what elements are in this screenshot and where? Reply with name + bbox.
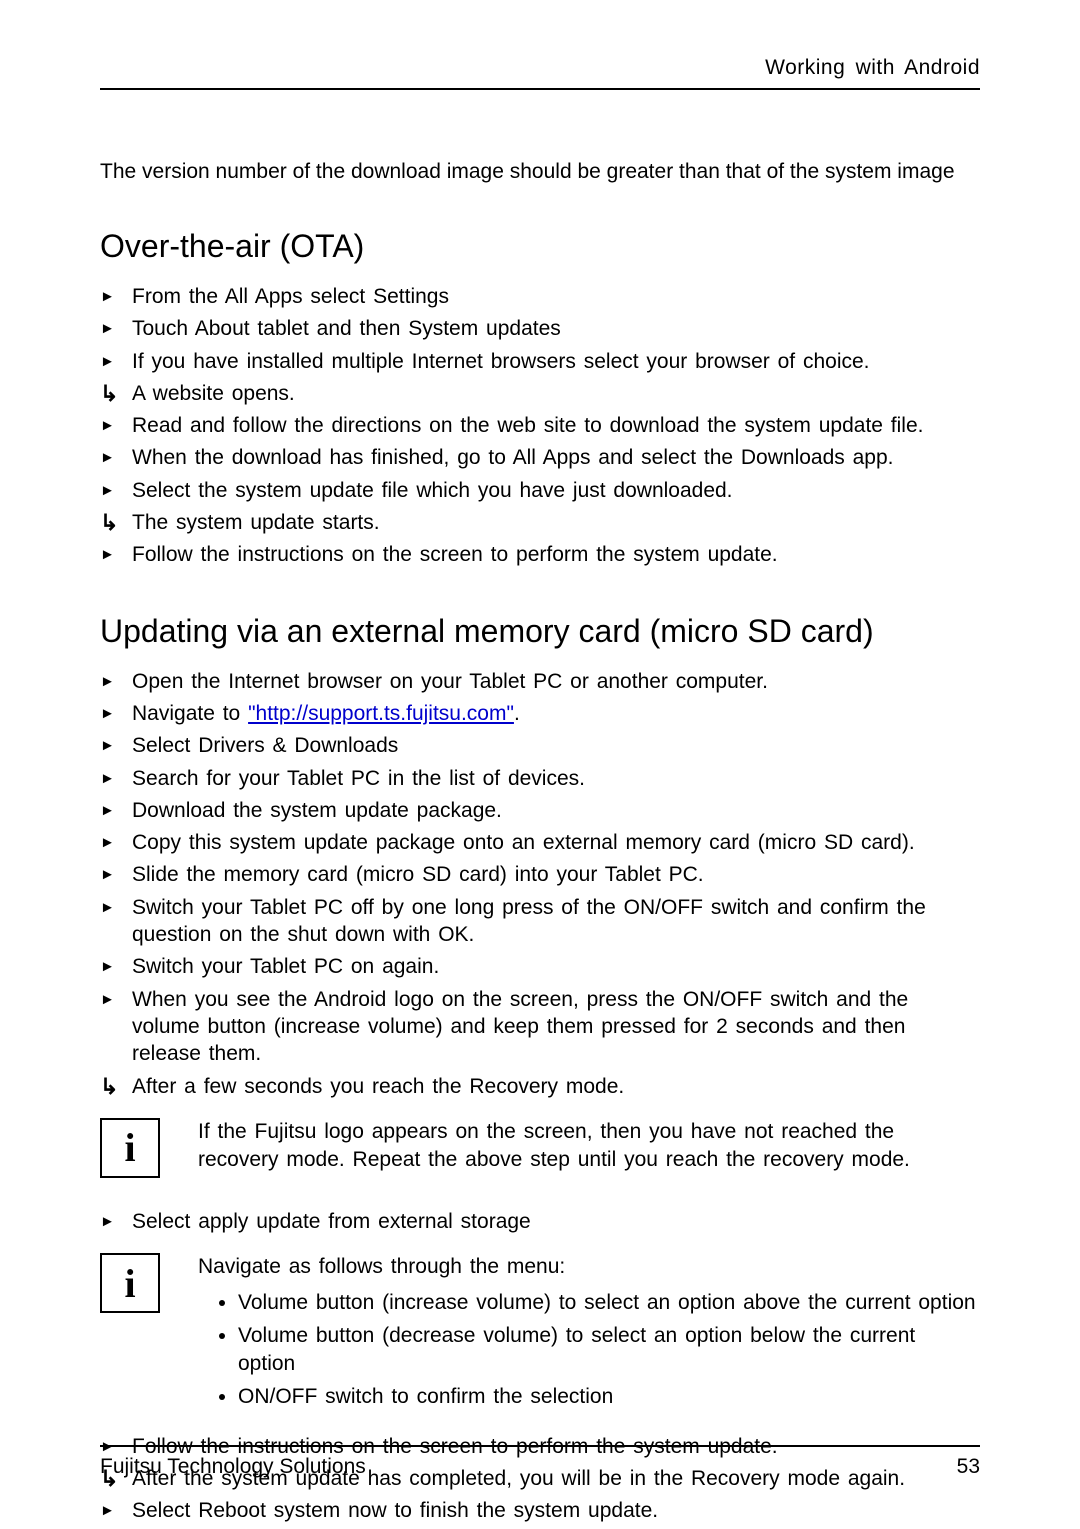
step-text: Switch your Tablet PC off by one long pr… — [132, 896, 926, 946]
step-item: Open the Internet browser on your Tablet… — [100, 668, 980, 695]
step-text: Select Reboot system now to ﬁnish the sy… — [132, 1499, 658, 1522]
info-note-1: i If the Fujitsu logo appears on the scr… — [100, 1118, 980, 1178]
info-note-2-body: Navigate as follows through the menu: Vo… — [198, 1253, 980, 1415]
step-text: Copy this system update package onto an … — [132, 831, 915, 854]
step-item: Touch About tablet and then System updat… — [100, 315, 980, 342]
step-item: Read and follow the directions on the we… — [100, 412, 980, 439]
page: Working with Android The version number … — [0, 0, 1080, 1529]
step-arrow-icon — [100, 1208, 115, 1234]
step-text: Select Drivers & Downloads — [132, 734, 398, 757]
step-arrow-icon — [100, 732, 115, 758]
step-text: When the download has ﬁnished, go to All… — [132, 446, 894, 469]
step-arrow-icon — [100, 477, 115, 503]
step-arrow-icon — [100, 953, 115, 979]
step-text: Select the system update ﬁle which you h… — [132, 479, 733, 502]
step-item: Search for your Tablet PC in the list of… — [100, 765, 980, 792]
step-text: Touch About tablet and then System updat… — [132, 317, 561, 340]
result-arrow-icon — [100, 1073, 118, 1102]
bullet-item: Volume button (increase volume) to selec… — [238, 1289, 980, 1317]
step-item: Copy this system update package onto an … — [100, 829, 980, 856]
step-arrow-icon — [100, 1497, 115, 1523]
step-arrow-icon — [100, 283, 115, 309]
step-arrow-icon — [100, 541, 115, 567]
info-note-2-bullets: Volume button (increase volume) to selec… — [198, 1289, 980, 1410]
info-note-2: i Navigate as follows through the menu: … — [100, 1253, 980, 1415]
result-arrow-icon — [100, 380, 118, 409]
step-item: If you have installed multiple Internet … — [100, 348, 980, 375]
step-item: Switch your Tablet PC on again. — [100, 953, 980, 980]
step-item: Select Drivers & Downloads — [100, 732, 980, 759]
step-arrow-icon — [100, 700, 115, 726]
step-arrow-icon — [100, 668, 115, 694]
bullet-item: Volume button (decrease volume) to selec… — [238, 1322, 980, 1379]
step-text: From the All Apps select Settings — [132, 285, 449, 308]
step-arrow-icon — [100, 412, 115, 438]
step-text: A website opens. — [132, 382, 295, 405]
bullet-item: ON/OFF switch to conﬁrm the selection — [238, 1383, 980, 1411]
step-arrow-icon — [100, 765, 115, 791]
header-rule — [100, 88, 980, 90]
page-number: 53 — [957, 1455, 980, 1479]
step-text: After a few seconds you reach the Recove… — [132, 1075, 624, 1098]
step-item: When you see the Android logo on the scr… — [100, 986, 980, 1068]
step-text: Download the system update package. — [132, 799, 502, 822]
sd-steps-list: Open the Internet browser on your Tablet… — [100, 668, 980, 1100]
apply-step-list: Select apply update from external storag… — [100, 1208, 980, 1235]
footer-company: Fujitsu Technology Solutions — [100, 1455, 366, 1479]
footer-rule — [100, 1445, 980, 1447]
info-note-1-text: If the Fujitsu logo appears on the scree… — [198, 1118, 980, 1175]
info-icon: i — [100, 1118, 160, 1178]
result-arrow-icon — [100, 509, 118, 538]
running-header: Working with Android — [100, 56, 980, 80]
step-arrow-icon — [100, 829, 115, 855]
step-item: The system update starts. — [100, 509, 980, 536]
heading-ota: Over-the-air (OTA) — [100, 228, 980, 265]
step-item: Slide the memory card (micro SD card) in… — [100, 861, 980, 888]
step-item: Select Reboot system now to ﬁnish the sy… — [100, 1497, 980, 1524]
step-item: Navigate to "http://support.ts.fujitsu.c… — [100, 700, 980, 727]
ota-steps-list: From the All Apps select Settings Touch A… — [100, 283, 980, 569]
support-link[interactable]: "http://support.ts.fujitsu.com" — [248, 702, 514, 725]
heading-sd: Updating via an external memory card (mi… — [100, 613, 980, 650]
step-item: Switch your Tablet PC off by one long pr… — [100, 894, 980, 949]
step-arrow-icon — [100, 797, 115, 823]
step-text: Read and follow the directions on the we… — [132, 414, 923, 437]
step-text: Navigate to "http://support.ts.fujitsu.c… — [132, 702, 520, 725]
info-icon: i — [100, 1253, 160, 1313]
intro-text: The version number of the download image… — [100, 160, 980, 184]
info-note-2-intro: Navigate as follows through the menu: — [198, 1253, 980, 1281]
step-text: Open the Internet browser on your Tablet… — [132, 670, 768, 693]
step-text: If you have installed multiple Internet … — [132, 350, 870, 373]
step-arrow-icon — [100, 894, 115, 920]
step-arrow-icon — [100, 315, 115, 341]
step-text: Search for your Tablet PC in the list of… — [132, 767, 585, 790]
step-item: Follow the instructions on the screen to… — [100, 541, 980, 568]
step-text: Follow the instructions on the screen to… — [132, 543, 778, 566]
footer: Fujitsu Technology Solutions 53 — [100, 1445, 980, 1479]
step-text: When you see the Android logo on the scr… — [132, 988, 908, 1066]
step-item: After a few seconds you reach the Recove… — [100, 1073, 980, 1100]
step-item: A website opens. — [100, 380, 980, 407]
step-item: Download the system update package. — [100, 797, 980, 824]
step-text: Switch your Tablet PC on again. — [132, 955, 439, 978]
step-arrow-icon — [100, 986, 115, 1012]
step-text: The system update starts. — [132, 511, 380, 534]
step-text: Select apply update from external storag… — [132, 1210, 531, 1233]
step-text: Slide the memory card (micro SD card) in… — [132, 863, 704, 886]
step-item: Select apply update from external storag… — [100, 1208, 980, 1235]
step-arrow-icon — [100, 444, 115, 470]
step-arrow-icon — [100, 348, 115, 374]
step-item: When the download has ﬁnished, go to All… — [100, 444, 980, 471]
step-arrow-icon — [100, 861, 115, 887]
step-item: From the All Apps select Settings — [100, 283, 980, 310]
step-item: Select the system update ﬁle which you h… — [100, 477, 980, 504]
